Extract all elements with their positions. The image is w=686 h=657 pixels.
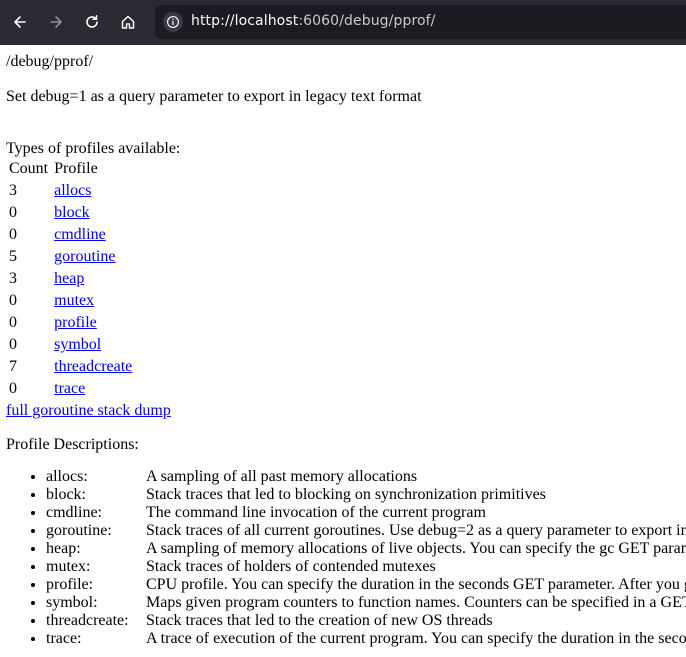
description-key: allocs: [46, 468, 88, 485]
description-key: symbol: [46, 594, 98, 611]
profile-column-header: Profile [54, 160, 98, 177]
back-button[interactable] [6, 8, 34, 36]
list-item: profile: CPU profile. You can specify the… [46, 576, 686, 594]
profiles-table: Count Profile 3 allocs 0 block 0 cmdline 5 goro… [6, 159, 135, 401]
profile-name-cell: block [51, 203, 135, 225]
profile-count: 0 [9, 336, 17, 353]
table-row: 0 block [6, 203, 135, 225]
site-info-icon[interactable] [163, 12, 183, 32]
table-row: 3 allocs [6, 181, 135, 203]
page-heading: /debug/pprof/ [6, 53, 94, 70]
profile-descriptions-list: allocs: A sampling of all past memory all… [0, 468, 686, 648]
legacy-format-note: Set debug=1 as a query parameter to expo… [6, 88, 422, 105]
table-row: 0 profile [6, 313, 135, 335]
profile-name-cell: heap [51, 269, 135, 291]
description-text: A sampling of all past memory allocation… [146, 468, 418, 485]
description-text: Maps given program counters to function … [146, 594, 686, 611]
table-header-row: Count Profile [6, 159, 135, 181]
description-text: CPU profile. You can specify the duratio… [146, 576, 686, 593]
profile-link-allocs[interactable]: allocs [54, 182, 91, 199]
table-row: 0 trace [6, 379, 135, 401]
profile-name-cell: profile [51, 313, 135, 335]
arrow-left-icon [14, 16, 26, 28]
list-item: cmdline: The command line invocation of t… [46, 504, 686, 522]
description-text: Stack traces of holders of contended mut… [146, 558, 436, 575]
profile-count: 0 [9, 204, 17, 221]
description-key: cmdline: [46, 504, 102, 521]
profile-name-cell: cmdline [51, 225, 135, 247]
description-key: mutex: [46, 558, 91, 575]
home-icon [121, 15, 135, 29]
profile-name-cell: trace [51, 379, 135, 401]
profile-link-mutex[interactable]: mutex [54, 292, 94, 309]
profile-name-cell: threadcreate [51, 357, 135, 379]
profile-link-threadcreate[interactable]: threadcreate [54, 358, 132, 375]
description-key: threadcreate: [46, 612, 129, 629]
profile-count: 5 [9, 248, 17, 265]
profile-link-goroutine[interactable]: goroutine [54, 248, 115, 265]
description-text: Stack traces of all current goroutines. … [146, 522, 686, 539]
profile-link-heap[interactable]: heap [54, 270, 84, 287]
description-key: trace: [46, 630, 82, 647]
profile-name-cell: goroutine [51, 247, 135, 269]
description-text: A sampling of memory allocations of live… [146, 540, 686, 557]
list-item: goroutine: Stack traces of all current go… [46, 522, 686, 540]
description-key: profile: [46, 576, 94, 593]
table-row: 0 cmdline [6, 225, 135, 247]
reload-button[interactable] [78, 8, 106, 36]
profile-link-block[interactable]: block [54, 204, 90, 221]
list-item: block: Stack traces that led to blocking … [46, 486, 686, 504]
list-item: threadcreate: Stack traces that led to th… [46, 612, 686, 630]
profile-count: 3 [9, 270, 17, 287]
list-item: trace: A trace of execution of the curren… [46, 630, 686, 648]
description-text: The command line invocation of the curre… [146, 504, 486, 521]
browser-toolbar: http://localhost:6060/debug/pprof/ [0, 0, 686, 45]
description-text: Stack traces that led to the creation of… [146, 612, 493, 629]
url-host: http://localhost [191, 13, 299, 29]
profile-count: 0 [9, 314, 17, 331]
list-item: symbol: Maps given program counters to fu… [46, 594, 686, 612]
profile-count: 0 [9, 226, 17, 243]
profile-link-trace[interactable]: trace [54, 380, 85, 397]
profile-count: 7 [9, 358, 17, 375]
table-row: 3 heap [6, 269, 135, 291]
profile-link-symbol[interactable]: symbol [54, 336, 101, 353]
reload-icon [86, 15, 98, 28]
profile-name-cell: symbol [51, 335, 135, 357]
profile-descriptions-label: Profile Descriptions: [6, 436, 139, 453]
table-row: 0 symbol [6, 335, 135, 357]
description-text: A trace of execution of the current prog… [146, 630, 686, 647]
profile-count: 3 [9, 182, 17, 199]
list-item: allocs: A sampling of all past memory all… [46, 468, 686, 486]
url-path: :6060/debug/pprof/ [298, 13, 436, 29]
description-key: heap: [46, 540, 81, 557]
table-row: 0 mutex [6, 291, 135, 313]
profile-name-cell: mutex [51, 291, 135, 313]
profile-types-label: Types of profiles available: [6, 140, 181, 157]
url-text[interactable]: http://localhost:6060/debug/pprof/ [191, 13, 436, 29]
profile-count: 0 [9, 380, 17, 397]
description-key: goroutine: [46, 522, 112, 539]
description-key: block: [46, 486, 86, 503]
page-content: /debug/pprof/ Set debug=1 as a query par… [0, 45, 686, 657]
profile-name-cell: allocs [51, 181, 135, 203]
count-column-header: Count [9, 160, 49, 177]
profile-link-cmdline[interactable]: cmdline [54, 226, 106, 243]
home-button[interactable] [114, 8, 142, 36]
description-text: Stack traces that led to blocking on syn… [146, 486, 546, 503]
forward-button[interactable] [42, 8, 70, 36]
arrow-right-icon [50, 16, 62, 28]
table-row: 5 goroutine [6, 247, 135, 269]
full-goroutine-dump-link[interactable]: full goroutine stack dump [6, 402, 171, 420]
profile-link-profile[interactable]: profile [54, 314, 97, 331]
table-row: 7 threadcreate [6, 357, 135, 379]
address-bar[interactable]: http://localhost:6060/debug/pprof/ [155, 5, 686, 39]
list-item: heap: A sampling of memory allocations of… [46, 540, 686, 558]
list-item: mutex: Stack traces of holders of contend… [46, 558, 686, 576]
profile-count: 0 [9, 292, 17, 309]
